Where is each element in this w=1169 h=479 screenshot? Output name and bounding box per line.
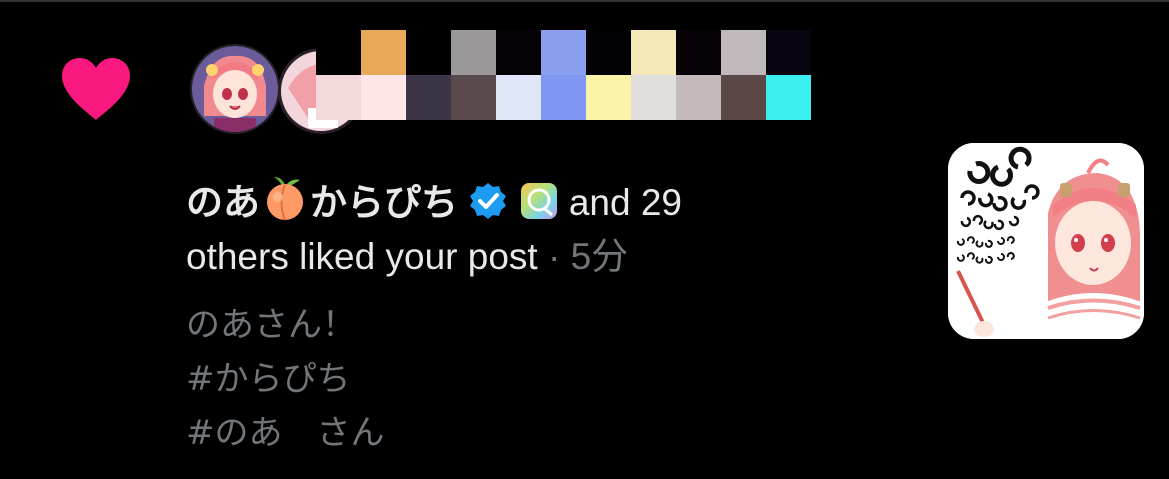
post-line-2: #からぴち	[186, 359, 351, 399]
post-thumbnail[interactable]	[948, 143, 1144, 339]
pixelated-avatars	[316, 30, 811, 120]
peach-icon	[267, 177, 303, 221]
timestamp: 5分	[570, 236, 629, 277]
avatar-1[interactable]	[190, 44, 280, 134]
liker-avatars	[190, 30, 830, 139]
notification-text: のあ からぴち and 29 others liked your post · 5…	[186, 175, 906, 460]
liked-post-line: others liked your post · 5分	[186, 236, 629, 277]
like-notification[interactable]: のあ からぴち and 29 others liked your post · 5…	[0, 0, 1169, 479]
gradient-badge-icon	[520, 183, 557, 219]
verified-badge-icon	[470, 183, 507, 219]
post-line-1: のあさん！	[186, 305, 356, 345]
heart-icon	[62, 58, 130, 120]
like-summary-line: のあ からぴち and 29	[186, 175, 906, 230]
user-name[interactable]: のあ からぴち	[186, 177, 458, 224]
post-preview[interactable]: のあさん！ #からぴち #のあ さん	[186, 298, 906, 460]
post-line-3: #のあ さん	[186, 413, 385, 453]
